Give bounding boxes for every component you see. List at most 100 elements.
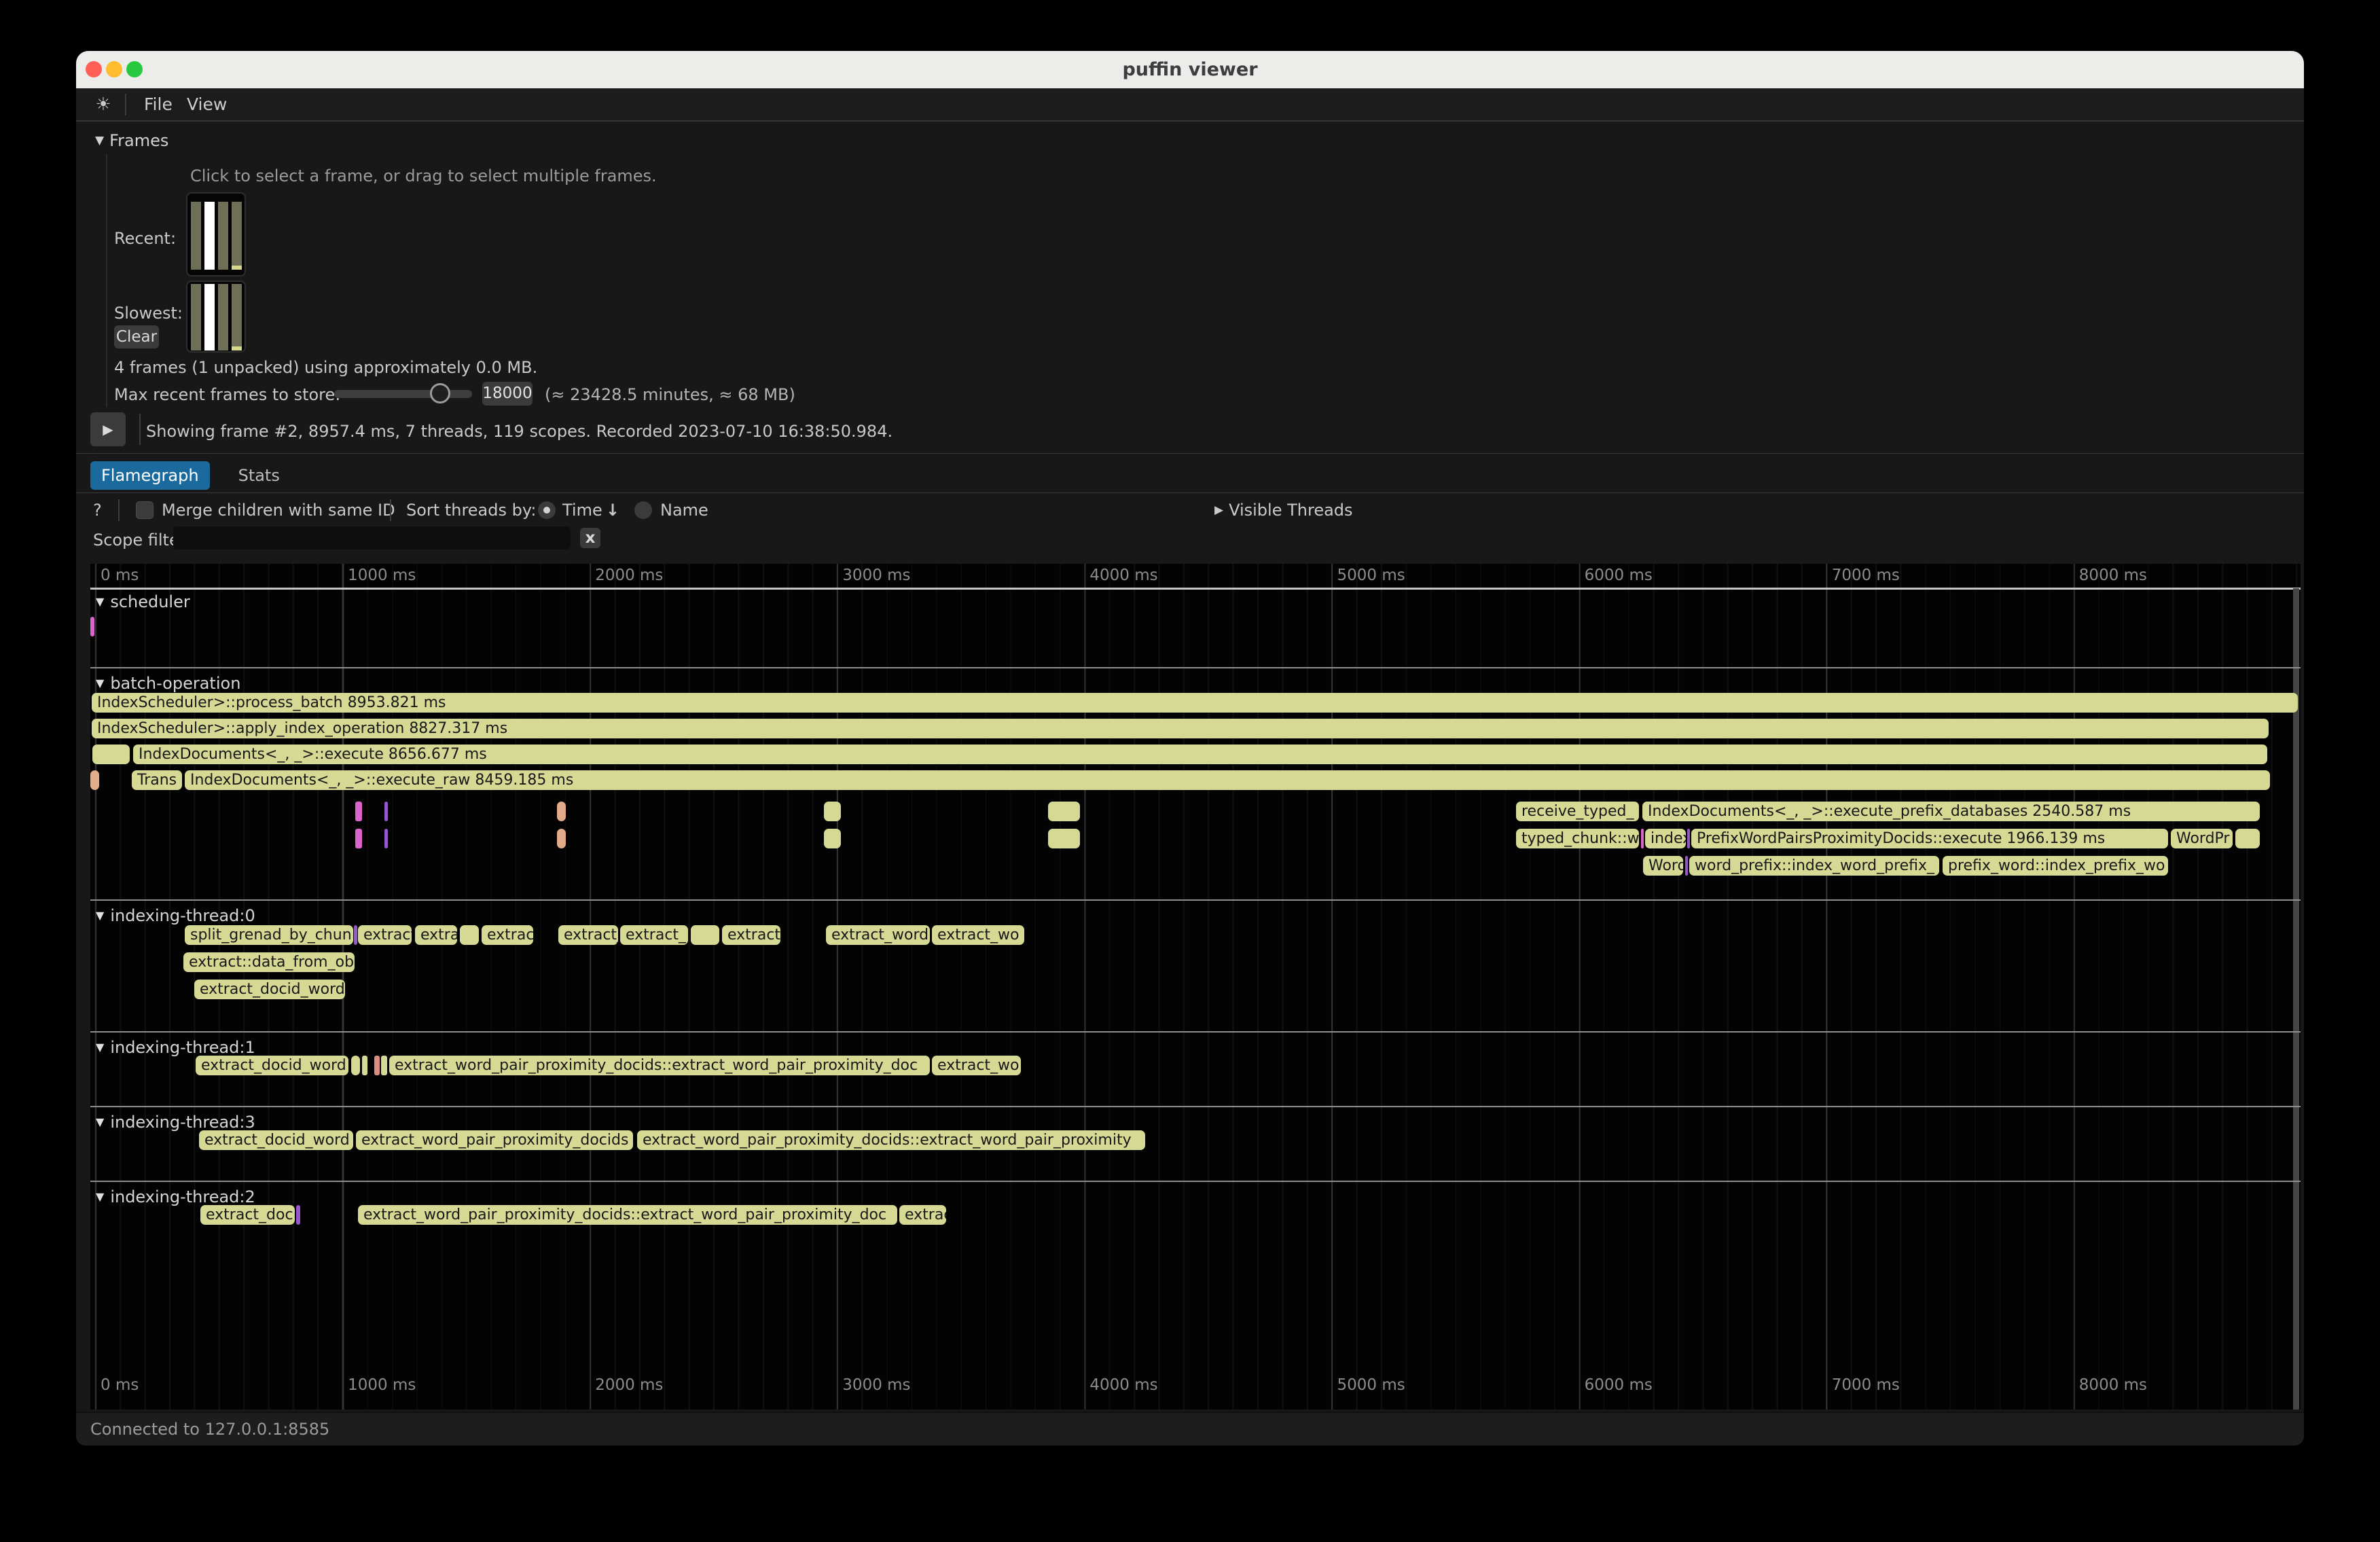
flame-scope-bar[interactable]: IndexDocuments<_, _>::execute_prefix_dat…	[1642, 802, 2260, 821]
play-button[interactable]: ▶	[90, 412, 126, 446]
sort-direction-arrow-icon[interactable]: ↓	[606, 501, 619, 520]
flame-scope-bar-small[interactable]	[362, 1056, 367, 1075]
thread-header-batch-operation[interactable]: ▼batch-operation	[96, 674, 240, 693]
flame-scope-bar[interactable]: extrac	[482, 925, 533, 945]
flame-scope-bar[interactable]: extract_doc	[200, 1205, 295, 1225]
flame-scope-bar-small[interactable]	[90, 617, 94, 636]
max-frames-slider-handle[interactable]	[430, 383, 450, 404]
max-frames-slider[interactable]	[334, 390, 472, 398]
flame-scope-bar-small[interactable]	[824, 829, 841, 848]
zoom-button[interactable]	[126, 61, 143, 77]
flame-scope-bar[interactable]: IndexScheduler>::apply_index_operation 8…	[92, 719, 2269, 738]
menu-file[interactable]: File	[144, 88, 173, 120]
flame-scope-bar-small[interactable]	[1048, 802, 1080, 821]
flame-scope-bar-small[interactable]	[384, 829, 388, 848]
flame-scope-bar-small[interactable]	[374, 1056, 380, 1075]
theme-sun-icon[interactable]: ☀	[91, 92, 115, 117]
flame-canvas[interactable]: 0 ms0 ms1000 ms1000 ms2000 ms2000 ms3000…	[90, 564, 2301, 1410]
clear-filter-button[interactable]: x	[580, 528, 600, 548]
flame-scope-bar[interactable]: IndexDocuments<_, _>::execute_raw 8459.1…	[185, 770, 2270, 790]
flame-scope-bar-small[interactable]	[824, 802, 841, 821]
flame-scope-bar-small[interactable]	[355, 829, 362, 848]
flame-scope-bar-small[interactable]	[557, 802, 566, 821]
flame-scope-bar[interactable]: extract_	[620, 925, 688, 945]
flame-scope-bar[interactable]: extrac	[899, 1205, 946, 1225]
flame-scope-bar[interactable]: WordPr	[2171, 829, 2233, 848]
flame-scope-bar-small[interactable]	[296, 1205, 300, 1225]
section-separator	[90, 1031, 2301, 1033]
flame-scope-bar[interactable]: extract_wo	[932, 925, 1024, 945]
flame-scope-bar[interactable]: typed_chunk::w	[1516, 829, 1639, 848]
status-bar: Connected to 127.0.0.1:8585	[76, 1412, 2304, 1446]
flame-scope-bar[interactable]: Word	[1643, 856, 1683, 876]
frames-collapsible-header[interactable]: ▼Frames	[95, 131, 168, 150]
thread-header-indexing-thread:2[interactable]: ▼indexing-thread:2	[96, 1187, 255, 1206]
tab-stats[interactable]: Stats	[228, 461, 291, 490]
flame-scope-bar[interactable]: word_prefix::index_word_prefix_	[1689, 856, 1939, 876]
flame-scope-bar[interactable]: extract	[358, 925, 412, 945]
axis-tick-label: 4000 ms	[1089, 567, 1157, 584]
axis-tick-label: 5000 ms	[1337, 1376, 1405, 1394]
flame-scope-bar[interactable]: extract_word_pair_proximity_docids::extr…	[389, 1056, 930, 1075]
flame-scope-bar[interactable]: extract_docid_word	[196, 1056, 348, 1075]
flame-scope-bar[interactable]: extract_word_pair_proximity_docids::extr…	[637, 1130, 1145, 1150]
frame-thumbnail-recent[interactable]	[186, 192, 246, 276]
scope-filter-input[interactable]	[173, 526, 571, 550]
axis-tick-label: 6000 ms	[1585, 1376, 1653, 1394]
flame-scope-bar[interactable]: receive_typed_	[1516, 802, 1639, 821]
flame-scope-bar-small[interactable]	[1641, 829, 1644, 848]
menu-bar: ☀ File View	[76, 88, 2304, 122]
flame-scope-bar[interactable]: extract_	[558, 925, 618, 945]
flame-scope-bar[interactable]: PrefixWordPairsProximityDocids::execute …	[1691, 829, 2168, 848]
tab-flamegraph[interactable]: Flamegraph	[90, 461, 210, 490]
max-frames-value[interactable]: 18000	[482, 382, 533, 406]
flame-scope-bar[interactable]: extract_wo	[932, 1056, 1021, 1075]
flame-scope-bar[interactable]: split_grenad_by_chun	[185, 925, 353, 945]
flame-scope-bar[interactable]: extract_docid_word	[194, 980, 345, 999]
flame-scope-bar-small[interactable]	[351, 1056, 360, 1075]
flame-scope-bar[interactable]: extract	[722, 925, 780, 945]
flame-scope-bar[interactable]: IndexScheduler>::process_batch 8953.821 …	[92, 693, 2298, 713]
sort-name-label[interactable]: Name	[660, 501, 708, 520]
visible-threads-collapsible[interactable]: ▶Visible Threads	[1214, 501, 1353, 520]
thread-header-indexing-thread:0[interactable]: ▼indexing-thread:0	[96, 906, 255, 925]
minimize-button[interactable]	[106, 61, 122, 77]
flame-scope-bar-small[interactable]	[460, 925, 479, 945]
clear-frames-button[interactable]: Clear	[114, 325, 159, 348]
flame-scope-bar-small[interactable]	[691, 925, 719, 945]
help-button[interactable]: ?	[93, 501, 102, 520]
flame-scope-bar[interactable]: IndexDocuments<_, _>::execute 8656.677 m…	[133, 745, 2267, 764]
sort-time-label[interactable]: Time	[562, 501, 602, 520]
flame-scope-bar-small[interactable]	[1048, 829, 1080, 848]
flame-scope-bar[interactable]: extract_word	[826, 925, 930, 945]
flame-scope-bar[interactable]: prefix_word::index_prefix_wo	[1943, 856, 2168, 876]
flame-scope-bar[interactable]: extract_docid_word	[199, 1130, 353, 1150]
flame-scope-bar[interactable]: extract::data_from_ob	[183, 952, 355, 972]
flame-scope-bar[interactable]: Trans	[132, 770, 182, 790]
flame-scope-bar-small[interactable]	[557, 829, 566, 848]
thread-header-indexing-thread:1[interactable]: ▼indexing-thread:1	[96, 1038, 255, 1057]
frame-thumbnail-slowest[interactable]	[186, 281, 246, 353]
flame-scope-bar-small[interactable]	[1687, 829, 1690, 848]
close-button[interactable]	[86, 61, 102, 77]
flame-scope-bar[interactable]: extra	[415, 925, 457, 945]
axis-tick-label: 1000 ms	[348, 567, 416, 584]
axis-tick-label: 1000 ms	[348, 1376, 416, 1394]
sort-name-radio[interactable]	[634, 501, 652, 519]
flame-scope-bar-small[interactable]	[2235, 829, 2260, 848]
flame-scope-bar-small[interactable]	[354, 925, 357, 945]
flame-scope-bar[interactable]: extract_word_pair_proximity_docids::extr…	[358, 1205, 897, 1225]
flame-scope-bar-small[interactable]	[92, 745, 130, 764]
flame-scope-bar-small[interactable]	[381, 1056, 387, 1075]
menu-view[interactable]: View	[187, 88, 227, 120]
sort-time-radio[interactable]	[538, 501, 556, 519]
flame-scope-bar-small[interactable]	[355, 802, 362, 821]
flame-scope-bar[interactable]: extract_word_pair_proximity_docids	[356, 1130, 633, 1150]
thread-header-indexing-thread:3[interactable]: ▼indexing-thread:3	[96, 1113, 255, 1132]
merge-children-checkbox[interactable]	[136, 501, 154, 519]
thread-header-scheduler[interactable]: ▼scheduler	[96, 592, 190, 611]
flame-scope-bar[interactable]: index	[1645, 829, 1686, 848]
flame-scope-bar-small[interactable]	[1685, 856, 1688, 876]
flame-scope-bar-small[interactable]	[384, 802, 388, 821]
flame-scope-bar-small[interactable]	[90, 770, 99, 790]
